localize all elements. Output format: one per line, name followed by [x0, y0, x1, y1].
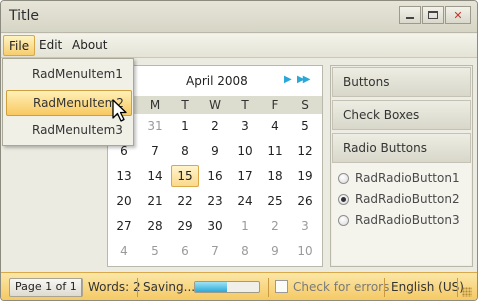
calendar-day[interactable]: 16 [201, 165, 229, 187]
radio-circle-icon [338, 214, 349, 226]
mouse-pointer-icon [112, 99, 127, 122]
menu-file[interactable]: File [3, 35, 36, 56]
calendar-day[interactable]: 6 [171, 240, 199, 262]
calendar-day[interactable]: 28 [141, 215, 169, 237]
close-button[interactable]: ✕ [445, 6, 471, 24]
calendar-day[interactable]: 25 [261, 190, 289, 212]
panel-header-buttons[interactable]: Buttons [332, 67, 471, 97]
close-icon: ✕ [453, 8, 463, 22]
radio-panel: RadRadioButton1 RadRadioButton2 RadRadio… [332, 163, 471, 265]
calendar-day[interactable]: 4 [110, 240, 138, 262]
calendar-day[interactable]: 10 [291, 240, 319, 262]
weekday-label: F [271, 98, 279, 112]
calendar-day[interactable]: 11 [261, 140, 289, 162]
calendar-day[interactable]: 14 [141, 165, 169, 187]
app-window: Title ✕ File Edit About April 2008 ▶ ▶▶ … [0, 0, 478, 301]
weekday-label: S [301, 98, 309, 112]
resize-grip-icon[interactable] [462, 287, 472, 297]
radio-label: RadRadioButton3 [355, 213, 460, 227]
save-progress-bar [194, 281, 260, 293]
calendar-day[interactable]: 2 [261, 215, 289, 237]
panel-header-radio-buttons[interactable]: Radio Buttons [332, 133, 471, 163]
calendar-day[interactable]: 19 [291, 165, 319, 187]
progress-fill [195, 282, 227, 292]
calendar: April 2008 ▶ ▶▶ MTWTFS 30311234567891011… [107, 65, 323, 267]
maximize-icon [428, 11, 438, 19]
calendar-title: April 2008 [186, 74, 248, 88]
calendar-day[interactable]: 7 [141, 140, 169, 162]
status-separator [137, 278, 138, 297]
status-separator [384, 278, 385, 297]
calendar-day[interactable]: 3 [231, 115, 259, 137]
language-indicator[interactable]: English (US) [391, 280, 464, 294]
weekday-label: T [241, 98, 249, 112]
saving-status: Saving... [143, 280, 196, 294]
calendar-day[interactable]: 12 [291, 140, 319, 162]
radio-circle-icon [338, 172, 349, 184]
calendar-day[interactable]: 5 [141, 240, 169, 262]
radio-label: RadRadioButton1 [355, 171, 460, 185]
panel-bar: Buttons Check Boxes Radio Buttons RadRad… [330, 65, 473, 267]
calendar-day[interactable]: 18 [261, 165, 289, 187]
calendar-day[interactable]: 24 [231, 190, 259, 212]
status-separator [268, 278, 269, 297]
radio-option-3[interactable]: RadRadioButton3 [338, 213, 460, 227]
calendar-day[interactable]: 9 [261, 240, 289, 262]
calendar-day[interactable]: 27 [110, 215, 138, 237]
calendar-day[interactable]: 4 [261, 115, 289, 137]
window-title: Title [9, 8, 40, 24]
calendar-day[interactable]: 5 [291, 115, 319, 137]
menu-about[interactable]: About [67, 35, 112, 56]
calendar-day[interactable]: 26 [291, 190, 319, 212]
calendar-day[interactable]: 29 [171, 215, 199, 237]
weekday-label: T [181, 98, 189, 112]
calendar-day[interactable]: 8 [231, 240, 259, 262]
calendar-day[interactable]: 1 [171, 115, 199, 137]
menu-bar: File Edit About [1, 34, 477, 58]
radio-checked-icon [338, 193, 349, 205]
minimize-button[interactable] [399, 6, 421, 24]
calendar-day[interactable]: 1 [231, 215, 259, 237]
window-controls: ✕ [398, 6, 471, 24]
calendar-day[interactable]: 7 [201, 240, 229, 262]
weekday-label: M [149, 98, 161, 112]
title-bar: Title ✕ [1, 1, 477, 33]
calendar-day[interactable]: 21 [141, 190, 169, 212]
calendar-day[interactable]: 3 [291, 215, 319, 237]
calendar-day[interactable]: 20 [110, 190, 138, 212]
page-indicator[interactable]: Page 1 of 1 [9, 278, 83, 297]
calendar-day[interactable]: 10 [231, 140, 259, 162]
menu-edit[interactable]: Edit [34, 35, 67, 56]
menu-item-1[interactable]: RadMenuItem1 [6, 62, 132, 88]
radio-option-2[interactable]: RadRadioButton2 [338, 192, 460, 206]
calendar-day[interactable]: 9 [201, 140, 229, 162]
calendar-day-selected[interactable]: 15 [171, 165, 199, 187]
calendar-day[interactable]: 31 [141, 115, 169, 137]
calendar-day[interactable]: 30 [201, 215, 229, 237]
calendar-day[interactable]: 8 [171, 140, 199, 162]
check-errors-checkbox[interactable] [275, 280, 288, 293]
calendar-weekday-row: MTWTFS [108, 96, 322, 114]
panel-header-check-boxes[interactable]: Check Boxes [332, 100, 471, 130]
weekday-label: W [209, 98, 221, 112]
radio-option-1[interactable]: RadRadioButton1 [338, 171, 460, 185]
calendar-day[interactable]: 13 [110, 165, 138, 187]
word-count: Words: 2 [88, 280, 141, 294]
status-separator [457, 278, 458, 297]
calendar-day[interactable]: 2 [201, 115, 229, 137]
calendar-day[interactable]: 22 [171, 190, 199, 212]
chevron-right-icon[interactable]: ▶ [284, 74, 292, 85]
calendar-day[interactable]: 17 [231, 165, 259, 187]
status-separator [81, 278, 82, 297]
radio-label: RadRadioButton2 [355, 192, 460, 206]
calendar-day[interactable]: 23 [201, 190, 229, 212]
calendar-header: April 2008 ▶ ▶▶ [108, 66, 322, 96]
check-errors-label: Check for errors [293, 280, 390, 294]
minimize-icon [406, 17, 414, 19]
double-chevron-right-icon[interactable]: ▶▶ [297, 74, 310, 85]
status-bar: Page 1 of 1 Words: 2 Saving... Check for… [1, 272, 477, 300]
maximize-button[interactable] [422, 6, 444, 24]
